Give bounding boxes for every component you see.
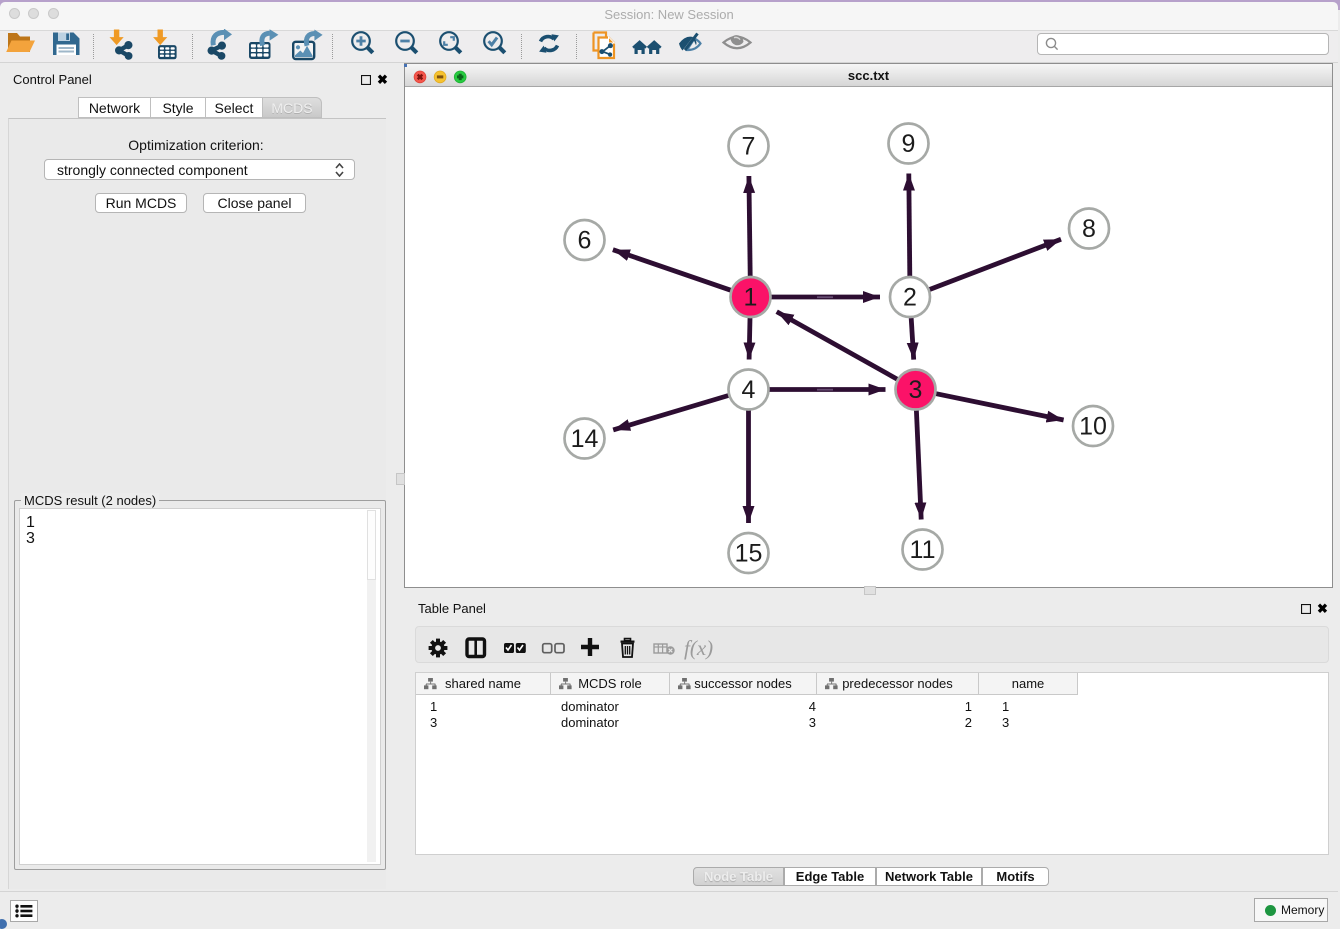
- svg-text:10: 10: [1079, 413, 1107, 441]
- svg-text:9: 9: [902, 130, 916, 158]
- svg-text:2: 2: [903, 284, 917, 312]
- svg-text:8: 8: [1082, 215, 1096, 243]
- svg-text:4: 4: [742, 376, 756, 404]
- svg-text:14: 14: [571, 425, 599, 453]
- svg-text:15: 15: [735, 540, 763, 568]
- svg-text:11: 11: [910, 536, 936, 564]
- svg-text:6: 6: [578, 227, 592, 255]
- svg-text:7: 7: [742, 133, 756, 161]
- svg-text:1: 1: [744, 284, 758, 312]
- svg-text:3: 3: [909, 376, 923, 404]
